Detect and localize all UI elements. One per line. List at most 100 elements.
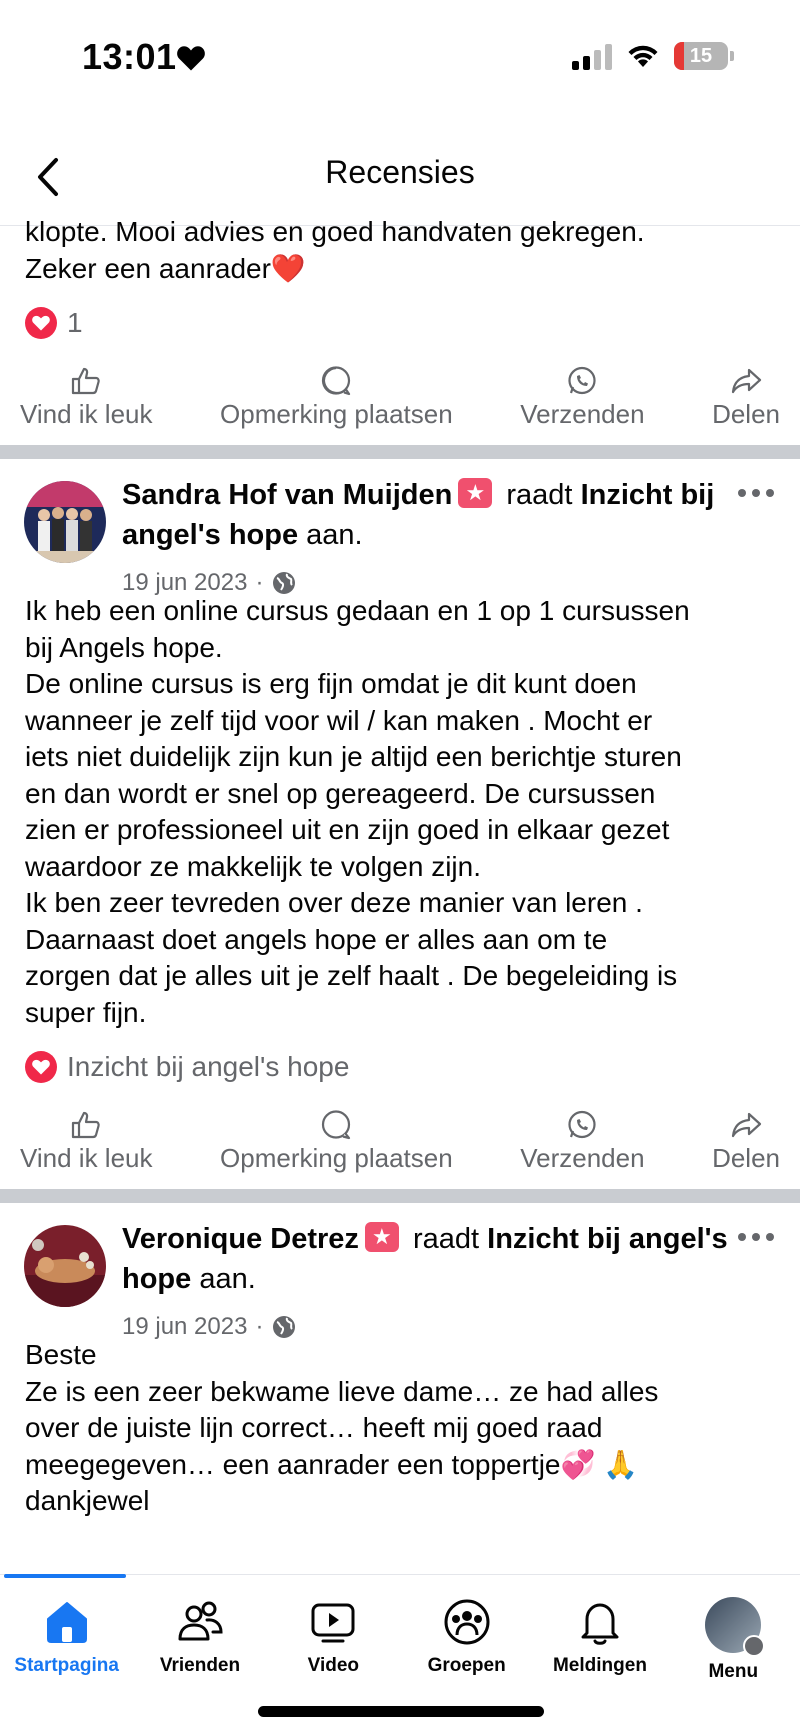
reaction-label: Inzicht bij angel's hope <box>67 1051 350 1082</box>
nav-friends[interactable]: Vrienden <box>135 1597 265 1683</box>
post-separator <box>0 1189 800 1203</box>
reaction-summary[interactable]: 1 <box>0 303 800 343</box>
status-bar: 13:01 15 <box>0 0 800 120</box>
recommend-suffix: aan. <box>306 519 363 551</box>
battery-icon: 15 <box>674 42 728 70</box>
nav-groups[interactable]: Groepen <box>402 1597 532 1683</box>
status-time: 13:01 <box>82 36 177 77</box>
review-line: super fijn. <box>25 996 147 1028</box>
meta-separator: · <box>255 1313 264 1340</box>
post-header: Sandra Hof van Muijden raadt Inzicht bij… <box>0 459 800 596</box>
review-line: Ze is een zeer bekwame lieve dame… ze ha… <box>25 1375 659 1407</box>
post-title: Sandra Hof van Muijden raadt Inzicht bij… <box>122 475 732 555</box>
nav-label: Groepen <box>427 1655 506 1676</box>
review-line: en dan wordt er snel op gereageerd. De c… <box>25 777 656 809</box>
nav-label: Meldingen <box>552 1655 647 1676</box>
more-options-button[interactable] <box>738 489 774 497</box>
home-indicator[interactable] <box>258 1706 544 1717</box>
bell-icon <box>581 1603 619 1645</box>
share-button[interactable]: Delen <box>712 1101 780 1181</box>
post-date[interactable]: 19 jun 2023 <box>122 569 247 597</box>
post-meta: 19 jun 2023 · <box>122 1313 297 1341</box>
like-button[interactable]: Vind ik leuk <box>20 357 153 437</box>
review-line: De online cursus is erg fijn omdat je di… <box>25 668 637 699</box>
globe-icon <box>273 572 296 594</box>
groups-icon <box>444 1599 490 1645</box>
review-line: waardoor ze makkelijk te volgen zijn. <box>25 850 481 882</box>
share-label: Delen <box>712 1142 780 1173</box>
post-date[interactable]: 19 jun 2023 <box>122 1313 247 1341</box>
review-line: klopte. Mooi advies en goed handvaten ge… <box>25 216 645 247</box>
comment-button[interactable]: Opmerking plaatsen <box>220 357 453 437</box>
review-line: bij Angels hope. <box>25 631 223 663</box>
review-line: Zeker een aanrader❤️ <box>25 252 306 284</box>
review-card: Veronique Detrez raadt Inzicht bij angel… <box>0 1203 800 1520</box>
recommend-star-icon <box>458 478 493 508</box>
review-line: wanneer je zelf tijd voor wil / kan make… <box>25 704 653 736</box>
reaction-summary[interactable]: Inzicht bij angel's hope <box>0 1047 800 1087</box>
nav-notifications[interactable]: Meldingen <box>535 1597 665 1683</box>
recommend-verb: raadt <box>412 1223 480 1255</box>
active-tab-indicator <box>4 1574 126 1578</box>
post-meta: 19 jun 2023 · <box>122 569 297 597</box>
nav-video[interactable]: Video <box>268 1597 398 1683</box>
thumbs-up-icon <box>72 367 100 394</box>
review-line: Ik ben zeer tevreden over deze manier va… <box>25 887 643 918</box>
comment-bubble-icon <box>322 365 351 395</box>
heart-icon <box>177 46 205 71</box>
author-avatar[interactable] <box>24 481 106 563</box>
wifi-icon <box>628 45 658 67</box>
post-header: Veronique Detrez raadt Inzicht bij angel… <box>0 1203 800 1340</box>
nav-label: Video <box>307 1655 359 1676</box>
recommend-star-icon <box>364 1222 399 1252</box>
whatsapp-icon <box>568 366 596 394</box>
send-label: Verzenden <box>520 398 645 429</box>
review-body: Beste Ze is een zeer bekwame lieve dame…… <box>0 1337 800 1520</box>
battery-level: 15 <box>689 44 713 67</box>
menu-badge-icon <box>743 1635 766 1657</box>
whatsapp-icon <box>568 1110 596 1138</box>
review-line: Ik heb een online cursus gedaan en 1 op … <box>25 595 690 626</box>
review-body: Ik heb een online cursus gedaan en 1 op … <box>0 593 800 1031</box>
reviews-feed[interactable]: klopte. Mooi advies en goed handvaten ge… <box>0 216 800 1520</box>
like-label: Vind ik leuk <box>20 398 153 429</box>
video-icon <box>311 1603 355 1643</box>
share-arrow-icon <box>731 368 762 393</box>
review-line: meegegeven… een aanrader een toppertje💞 … <box>25 1448 639 1480</box>
nav-label: Startpagina <box>14 1655 119 1676</box>
comment-label: Opmerking plaatsen <box>220 1142 453 1173</box>
review-line: iets niet duidelijk zijn kun je altijd e… <box>25 741 682 772</box>
nav-home[interactable]: Startpagina <box>2 1597 132 1683</box>
author-name[interactable]: Veronique Detrez <box>122 1223 359 1255</box>
post-separator <box>0 445 800 459</box>
review-line: Beste <box>25 1339 97 1370</box>
comment-bubble-icon <box>322 1109 351 1139</box>
share-arrow-icon <box>731 1112 762 1137</box>
send-label: Verzenden <box>520 1142 645 1173</box>
review-line: zorgen dat je alles uit je zelf haalt . … <box>25 960 678 991</box>
nav-label: Menu <box>708 1661 759 1682</box>
page-title: Recensies <box>325 154 475 190</box>
recommend-suffix: aan. <box>199 1263 256 1295</box>
meta-separator: · <box>255 569 264 596</box>
review-line: Daarnaast doet angels hope er alles aan … <box>25 923 608 955</box>
more-options-button[interactable] <box>738 1233 774 1241</box>
review-line: over de juiste lijn correct… heeft mij g… <box>25 1412 603 1443</box>
send-button[interactable]: Verzenden <box>520 1101 645 1181</box>
friends-icon <box>178 1601 223 1641</box>
author-avatar[interactable] <box>24 1225 106 1307</box>
recommend-verb: raadt <box>506 479 573 511</box>
nav-menu[interactable]: Menu <box>668 1597 798 1683</box>
nav-label: Vrienden <box>159 1655 241 1676</box>
home-icon <box>46 1602 87 1643</box>
author-name[interactable]: Sandra Hof van Muijden <box>122 479 452 511</box>
comment-button[interactable]: Opmerking plaatsen <box>220 1101 453 1181</box>
like-button[interactable]: Vind ik leuk <box>20 1101 153 1181</box>
share-button[interactable]: Delen <box>712 357 780 437</box>
post-title: Veronique Detrez raadt Inzicht bij angel… <box>122 1219 732 1299</box>
review-card: klopte. Mooi advies en goed handvaten ge… <box>0 214 800 437</box>
action-bar: Vind ik leuk Opmerking plaatsen Verzende… <box>0 357 800 437</box>
send-button[interactable]: Verzenden <box>520 357 645 437</box>
review-line: dankjewel <box>25 1485 150 1516</box>
review-body: klopte. Mooi advies en goed handvaten ge… <box>0 214 800 287</box>
